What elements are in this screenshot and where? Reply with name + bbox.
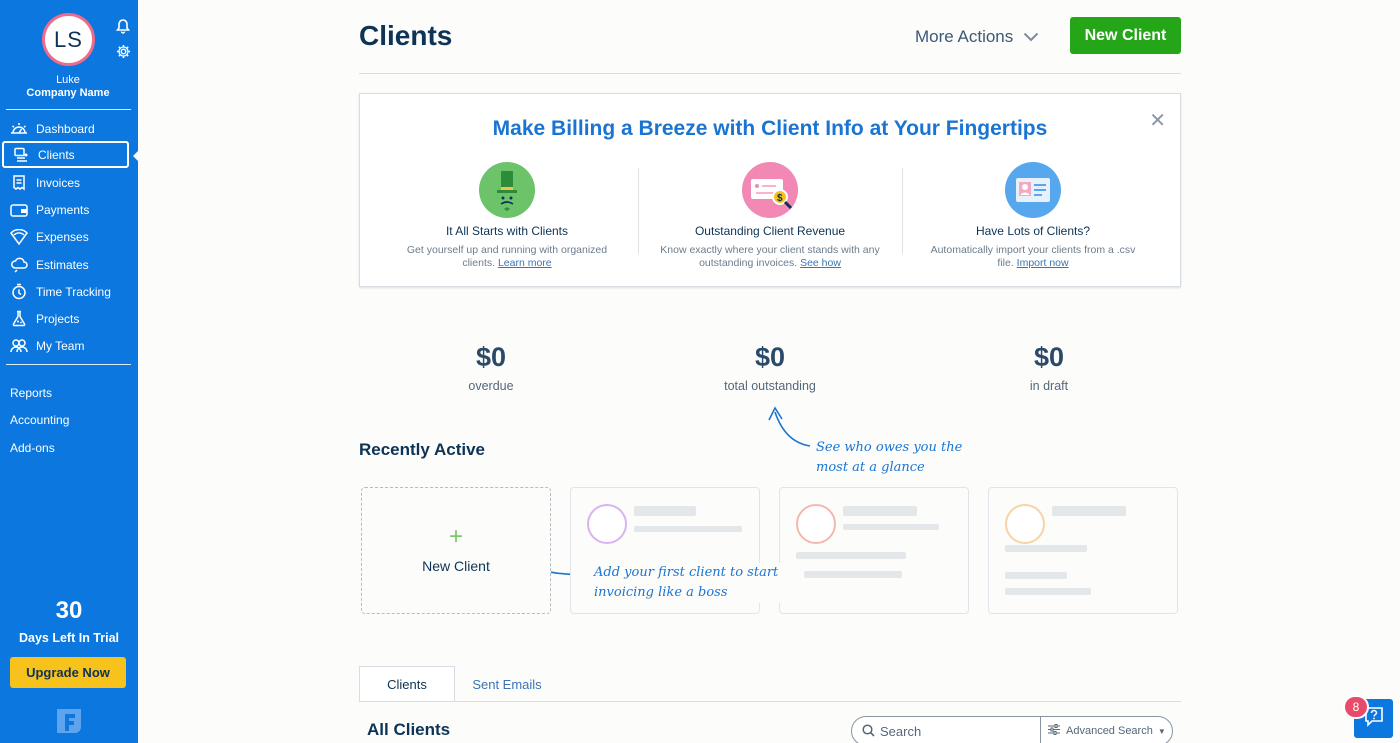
advanced-search-button[interactable]: Advanced Search ▼ xyxy=(1048,724,1166,738)
search-divider xyxy=(1040,717,1041,743)
placeholder-bar xyxy=(843,524,939,530)
search-bar: Advanced Search ▼ xyxy=(851,716,1173,743)
tabs-divider xyxy=(359,701,1181,702)
placeholder-avatar xyxy=(1005,504,1045,544)
new-client-card-label: New Client xyxy=(422,558,490,574)
annotation-arrows xyxy=(498,406,811,576)
stats-hint-line: most at a glance xyxy=(816,460,925,475)
placeholder-bar xyxy=(1005,588,1091,595)
all-clients-title: All Clients xyxy=(367,720,451,739)
tab-sent-emails[interactable]: Sent Emails xyxy=(459,666,555,702)
placeholder-bar xyxy=(634,526,742,532)
placeholder-bar xyxy=(1005,545,1087,552)
placeholder-bar xyxy=(1052,506,1126,516)
new-client-card[interactable]: + New Client xyxy=(361,487,551,614)
notification-badge: 8 xyxy=(1343,695,1369,719)
stats-hint-annotation: See who owes you the most at a glance xyxy=(816,438,962,478)
placeholder-avatar xyxy=(587,504,627,544)
recently-active-title: Recently Active xyxy=(359,440,485,459)
placeholder-client-card xyxy=(988,487,1178,614)
new-client-hint-line: invoicing like a boss xyxy=(594,585,728,600)
tab-clients[interactable]: Clients xyxy=(359,666,455,702)
search-icon xyxy=(862,724,875,742)
new-client-hint-annotation: Add your first client to start invoicing… xyxy=(594,563,783,603)
new-client-hint-line: Add your first client to start xyxy=(594,565,779,580)
placeholder-bar xyxy=(796,552,906,559)
placeholder-avatar xyxy=(796,504,836,544)
caret-down-icon: ▼ xyxy=(1157,726,1166,736)
advanced-search-label: Advanced Search xyxy=(1066,725,1153,737)
stats-hint-line: See who owes you the xyxy=(816,440,963,455)
search-input[interactable] xyxy=(880,721,1035,741)
placeholder-bar xyxy=(634,506,696,516)
placeholder-bar xyxy=(843,506,917,516)
placeholder-client-card xyxy=(779,487,969,614)
placeholder-bar xyxy=(1005,572,1067,579)
filter-sliders-icon xyxy=(1048,724,1060,738)
placeholder-bar xyxy=(804,571,902,578)
plus-icon: + xyxy=(448,523,463,550)
